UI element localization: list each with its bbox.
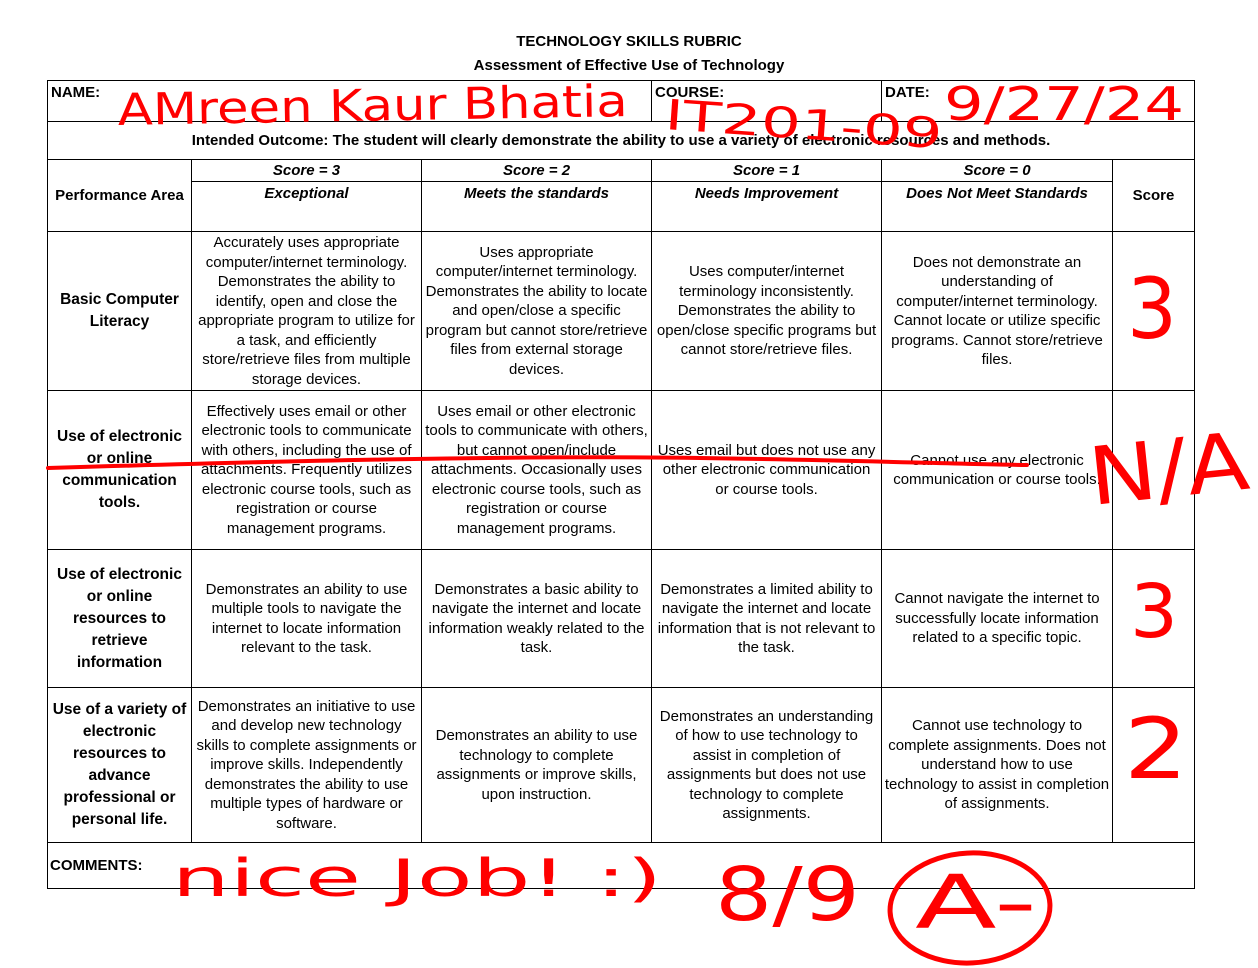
criteria-cell: Cannot use technology to complete assign… <box>881 687 1114 843</box>
criteria-cell: Effectively uses email or other electron… <box>191 390 422 550</box>
criteria-cell: Demonstrates a basic ability to navigate… <box>420 549 653 688</box>
comments-field: COMMENTS: <box>46 842 1196 889</box>
rubric-row: Basic Computer Literacy Accurately uses … <box>47 231 1196 391</box>
criteria-cell: Cannot use any electronic communication … <box>881 390 1114 550</box>
criteria-cell: Demonstrates an understanding of how to … <box>651 687 883 843</box>
rubric-title: TECHNOLOGY SKILLS RUBRIC <box>516 33 742 50</box>
intended-outcome: Intended Outcome: The student will clear… <box>46 121 1196 160</box>
criteria-cell: Demonstrates an ability to use multiple … <box>191 549 422 688</box>
date-field: DATE: <box>881 80 1196 122</box>
criteria-cell: Accurately uses appropriate computer/int… <box>191 231 422 391</box>
rubric-row: Use of a variety of electronic resources… <box>47 687 1196 843</box>
comments-label: COMMENTS: <box>50 857 143 874</box>
criteria-cell: Demonstrates a limited ability to naviga… <box>651 549 883 688</box>
level-label: Needs Improvement <box>651 181 883 232</box>
date-label: DATE: <box>885 84 930 101</box>
criteria-cell: Does not demonstrate an understanding of… <box>881 231 1114 391</box>
criteria-cell: Uses email or other electronic tools to … <box>420 390 653 550</box>
name-field: NAME: <box>46 80 653 122</box>
course-field: COURSE: <box>651 80 883 122</box>
name-label: NAME: <box>51 84 101 101</box>
level-label: Exceptional <box>191 181 422 232</box>
rubric-table: NAME: COURSE: DATE: Intended Outcome: Th… <box>46 80 1196 889</box>
level-score: Score = 0 <box>881 159 1114 182</box>
criteria-cell: Uses email but does not use any other el… <box>651 390 883 550</box>
score-cell <box>1112 687 1196 843</box>
rubric-subtitle: Assessment of Effective Use of Technolog… <box>473 57 785 74</box>
score-cell <box>1112 231 1196 391</box>
header-row: NAME: COURSE: DATE: <box>46 80 1196 122</box>
level-label: Meets the standards <box>420 181 653 232</box>
score-cell <box>1112 549 1196 688</box>
performance-area: Basic Computer Literacy <box>47 231 192 391</box>
criteria-cell: Uses computer/internet terminology incon… <box>651 231 883 391</box>
level-score: Score = 1 <box>651 159 883 182</box>
rubric-row: Use of electronic or online communicatio… <box>47 390 1196 550</box>
level-label: Does Not Meet Standards <box>881 181 1114 232</box>
criteria-cell: Demonstrates an ability to use technolog… <box>420 687 653 843</box>
criteria-cell: Cannot navigate the internet to successf… <box>881 549 1114 688</box>
rubric-row: Use of electronic or online resources to… <box>47 549 1196 688</box>
criteria-cell: Demonstrates an initiative to use and de… <box>191 687 422 843</box>
criteria-cell: Uses appropriate computer/internet termi… <box>420 231 653 391</box>
level-score: Score = 2 <box>420 159 653 182</box>
course-label: COURSE: <box>655 84 725 101</box>
performance-area-header: Performance Area <box>47 159 192 232</box>
performance-area: Use of electronic or online resources to… <box>47 549 192 688</box>
performance-area: Use of electronic or online communicatio… <box>47 390 192 550</box>
score-column-header: Score <box>1112 159 1196 232</box>
performance-area: Use of a variety of electronic resources… <box>47 687 192 843</box>
score-cell <box>1112 390 1196 550</box>
level-score: Score = 3 <box>191 159 422 182</box>
